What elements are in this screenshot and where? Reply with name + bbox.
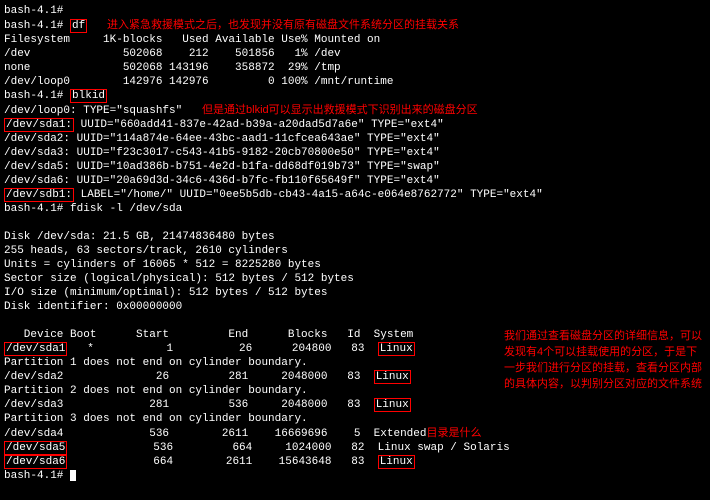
blkid-loop: /dev/loop0: TYPE="squashfs" 但是通过blkid可以显… xyxy=(4,103,706,118)
blkid-command-line: bash-4.1# blkid xyxy=(4,89,706,103)
sda6-box: /dev/sda6 xyxy=(4,455,67,469)
blkid-row: /dev/sda1: UUID="660add41-837e-42ad-b39a… xyxy=(4,118,706,132)
linux-box: Linux xyxy=(378,455,415,469)
fdisk-info: 255 heads, 63 sectors/track, 2610 cylind… xyxy=(4,244,706,258)
partition-row: /dev/sda3 281 536 2048000 83 Linux xyxy=(4,398,706,412)
blkid-row: /dev/sda3: UUID="f23c3017-c543-41b5-9182… xyxy=(4,146,706,160)
prompt-line: bash-4.1# xyxy=(4,4,706,18)
annotation-dir: 目录是什么 xyxy=(426,427,481,439)
blkid-row: /dev/sda2: UUID="114a874e-64ee-43bc-aad1… xyxy=(4,132,706,146)
fdisk-info: Sector size (logical/physical): 512 byte… xyxy=(4,272,706,286)
cursor-icon xyxy=(70,470,76,481)
blkid-sdb1-box: /dev/sdb1: xyxy=(4,188,74,202)
partition-row: /dev/sda6 664 2611 15643648 83 Linux xyxy=(4,455,706,469)
fdisk-info: I/O size (minimum/optimal): 512 bytes / … xyxy=(4,286,706,300)
fdisk-info: Disk /dev/sda: 21.5 GB, 21474836480 byte… xyxy=(4,230,706,244)
annotation-partition: 我们通过查看磁盘分区的详细信息，可以发现有4个可以挂载使用的分区，于是下一步我们… xyxy=(504,328,704,392)
blkid-row: /dev/sdb1: LABEL="/home/" UUID="0ee5b5db… xyxy=(4,188,706,202)
blkid-row: /dev/sda5: UUID="10ad386b-b751-4e2d-b1fa… xyxy=(4,160,706,174)
df-command-line: bash-4.1# df 进入紧急救援模式之后，也发现并没有原有磁盘文件系统分区… xyxy=(4,18,706,33)
df-row: none 502068 143196 358872 29% /tmp xyxy=(4,61,706,75)
linux-box: Linux xyxy=(378,342,415,356)
blkid-sda1-box: /dev/sda1: xyxy=(4,118,74,132)
linux-box: Linux xyxy=(374,370,411,384)
annotation-blkid: 但是通过blkid可以显示出救援模式下识别出来的磁盘分区 xyxy=(202,104,478,116)
fdisk-info: Units = cylinders of 16065 * 512 = 82252… xyxy=(4,258,706,272)
annotation-df: 进入紧急救援模式之后，也发现并没有原有磁盘文件系统分区的挂载关系 xyxy=(107,19,459,31)
df-row: /dev/loop0 142976 142976 0 100% /mnt/run… xyxy=(4,75,706,89)
partition-row: /dev/sda5 536 664 1024000 82 Linux swap … xyxy=(4,441,706,455)
blkid-row: /dev/sda6: UUID="20a69d3d-34c6-436d-b7fc… xyxy=(4,174,706,188)
df-command-box: df xyxy=(70,19,87,33)
sda5-box: /dev/sda5 xyxy=(4,441,67,455)
fdisk-info: Disk identifier: 0x00000000 xyxy=(4,300,706,314)
partition-warning: Partition 3 does not end on cylinder bou… xyxy=(4,412,706,426)
sda1-box: /dev/sda1 xyxy=(4,342,67,356)
df-header: Filesystem 1K-blocks Used Available Use%… xyxy=(4,33,706,47)
fdisk-command: bash-4.1# fdisk -l /dev/sda xyxy=(4,202,706,216)
blkid-command-box: blkid xyxy=(70,89,107,103)
df-row: /dev 502068 212 501856 1% /dev xyxy=(4,47,706,61)
partition-row: /dev/sda4 536 2611 16669696 5 Extended目录… xyxy=(4,426,706,441)
prompt-end[interactable]: bash-4.1# xyxy=(4,469,706,483)
linux-box: Linux xyxy=(374,398,411,412)
